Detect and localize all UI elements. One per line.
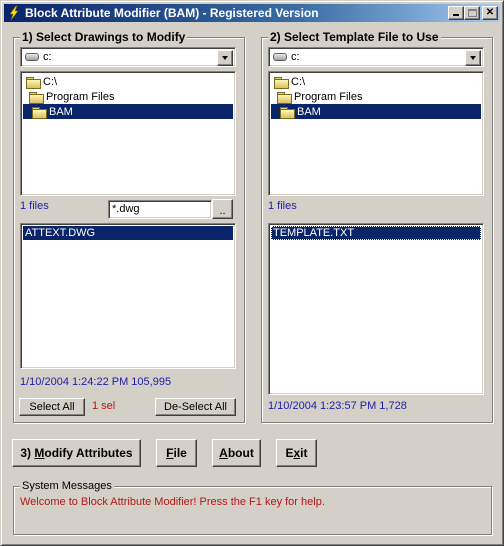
window-controls: ✕ xyxy=(448,6,498,20)
folder-item-bam[interactable]: BAM xyxy=(271,104,481,119)
modify-mnemonic: M xyxy=(34,446,45,460)
template-file-list[interactable]: TEMPLATE.TXT xyxy=(268,223,484,395)
minimize-icon xyxy=(453,14,459,16)
drawings-file-list[interactable]: ATTEXT.DWG xyxy=(20,223,236,369)
close-icon: ✕ xyxy=(485,7,495,18)
drive-icon xyxy=(25,53,39,61)
folder-item-bam[interactable]: BAM xyxy=(23,104,233,119)
select-all-label: Select All xyxy=(29,401,75,413)
folder-item-root[interactable]: C:\ xyxy=(273,74,305,89)
folder-item-program-files[interactable]: Program Files xyxy=(28,89,114,104)
drawings-file-info: 1/10/2004 1:24:22 PM 105,995 xyxy=(20,376,172,388)
file-name: ATTEXT.DWG xyxy=(25,227,96,239)
system-message-text: Welcome to Block Attribute Modifier! Pre… xyxy=(20,496,325,508)
browse-button-label: .. xyxy=(219,205,226,217)
modify-attributes-button[interactable]: 3) Modify Attributes xyxy=(12,439,141,467)
about-button[interactable]: About xyxy=(212,439,261,467)
file-item[interactable]: TEMPLATE.TXT xyxy=(271,226,481,240)
open-folder-icon xyxy=(279,106,295,119)
system-messages-label: System Messages xyxy=(20,480,114,492)
exit-mnemonic: x xyxy=(293,446,301,460)
deselect-all-button[interactable]: De-Select All xyxy=(155,398,236,416)
template-file-info: 1/10/2004 1:23:57 PM 1,728 xyxy=(268,400,407,412)
file-mnemonic: F xyxy=(166,446,174,460)
drive-icon xyxy=(273,53,287,61)
exit-rest: it xyxy=(300,446,308,460)
open-folder-icon xyxy=(31,106,47,119)
about-rest: bout xyxy=(227,446,254,460)
open-folder-icon xyxy=(276,91,292,104)
chevron-down-icon[interactable] xyxy=(217,50,233,66)
select-all-button[interactable]: Select All xyxy=(19,398,85,416)
close-button[interactable]: ✕ xyxy=(482,6,498,20)
file-name: TEMPLATE.TXT xyxy=(273,227,355,239)
about-mnemonic: A xyxy=(219,446,228,460)
drawings-folder-tree[interactable]: C:\ Program Files BAM xyxy=(20,71,236,196)
folder-item-root[interactable]: C:\ xyxy=(25,74,57,89)
maximize-button[interactable] xyxy=(464,6,480,20)
open-folder-icon xyxy=(28,91,44,104)
open-folder-icon xyxy=(25,76,41,89)
folder-label: C:\ xyxy=(291,75,306,88)
deselect-all-label: De-Select All xyxy=(164,401,227,413)
file-button[interactable]: File xyxy=(156,439,197,467)
minimize-button[interactable] xyxy=(448,6,464,20)
chevron-down-icon[interactable] xyxy=(465,50,481,66)
folder-item-program-files[interactable]: Program Files xyxy=(276,89,362,104)
template-drive-select[interactable]: c: xyxy=(268,47,484,67)
modify-prefix: 3) xyxy=(20,446,35,460)
file-filter-input[interactable]: *.dwg xyxy=(108,200,212,219)
drawings-file-count: 1 files xyxy=(20,200,49,212)
drawings-drive-select[interactable]: c: xyxy=(20,47,236,67)
open-folder-icon xyxy=(273,76,289,89)
folder-label: BAM xyxy=(297,105,321,118)
file-rest: ile xyxy=(173,446,187,460)
title-bar[interactable]: Block Attribute Modifier (BAM) - Registe… xyxy=(4,4,500,22)
maximize-icon xyxy=(468,9,477,17)
drawings-group-label: 1) Select Drawings to Modify xyxy=(20,30,188,44)
browse-button[interactable]: .. xyxy=(212,199,233,219)
system-messages-group: System Messages Welcome to Block Attribu… xyxy=(13,480,492,535)
template-group-label: 2) Select Template File to Use xyxy=(268,30,441,44)
template-folder-tree[interactable]: C:\ Program Files BAM xyxy=(268,71,484,196)
template-drive-value: c: xyxy=(291,51,300,63)
modify-rest: odify Attributes xyxy=(44,446,133,460)
folder-label: Program Files xyxy=(294,90,363,103)
folder-label: C:\ xyxy=(43,75,58,88)
drawings-drive-value: c: xyxy=(43,51,52,63)
file-item[interactable]: ATTEXT.DWG xyxy=(23,226,233,240)
file-filter-value: *.dwg xyxy=(112,203,140,215)
folder-label: BAM xyxy=(49,105,73,118)
exit-prefix: E xyxy=(285,446,294,460)
lightning-bolt-icon xyxy=(9,5,19,21)
main-window: Block Attribute Modifier (BAM) - Registe… xyxy=(0,0,504,546)
template-file-count: 1 files xyxy=(268,200,297,212)
selection-count: 1 sel xyxy=(92,400,116,412)
exit-button[interactable]: Ex it xyxy=(276,439,317,467)
window-title: Block Attribute Modifier (BAM) - Registe… xyxy=(25,6,319,20)
folder-label: Program Files xyxy=(46,90,115,103)
